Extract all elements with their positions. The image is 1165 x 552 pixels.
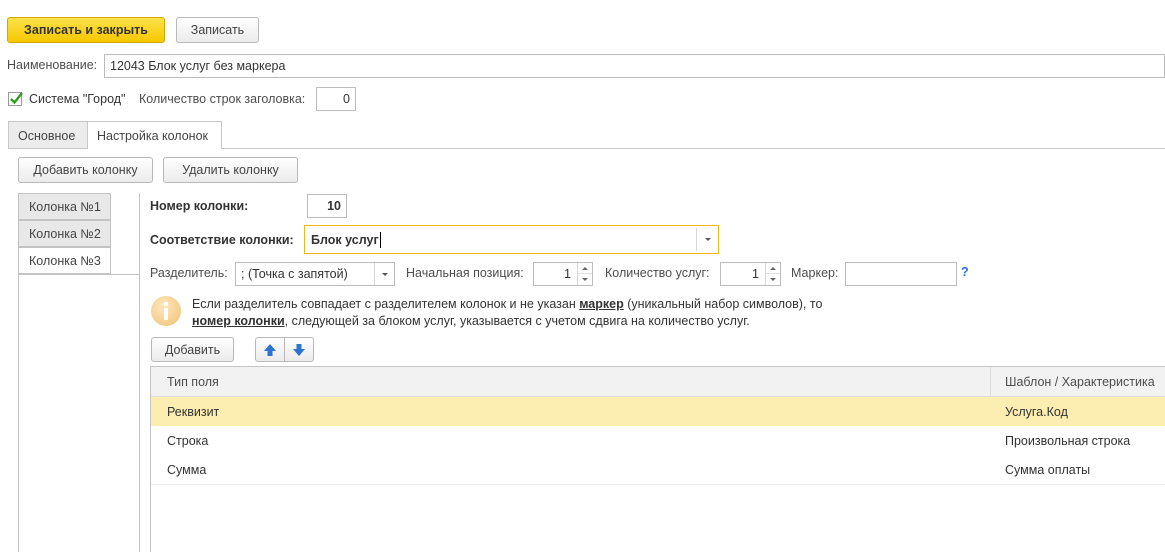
- table-cell-template: Произвольная строка: [1005, 433, 1131, 448]
- column-number-input[interactable]: 10: [307, 194, 347, 218]
- column-panel-border: [139, 193, 140, 275]
- table-cell-type: Строка: [167, 433, 209, 448]
- table-row-divider: [151, 484, 1165, 485]
- start-position-label: Начальная позиция:: [406, 266, 524, 280]
- separator-label: Разделитель:: [150, 266, 228, 280]
- table-header-divider: [990, 367, 991, 397]
- tab-main[interactable]: Основное: [8, 121, 88, 149]
- table-cell-template: Услуга.Код: [1005, 404, 1068, 419]
- column-tab-3[interactable]: Колонка №3: [18, 247, 111, 274]
- table-cell-template: Сумма оплаты: [1005, 462, 1091, 477]
- start-position-stepper[interactable]: [577, 263, 592, 285]
- arrow-down-icon: [293, 343, 305, 356]
- table-add-button[interactable]: Добавить: [151, 337, 234, 362]
- services-count-stepper[interactable]: [765, 263, 780, 285]
- table-header-template[interactable]: Шаблон / Характеристика: [1005, 375, 1155, 389]
- table-row[interactable]: Сумма Сумма оплаты: [151, 455, 1165, 484]
- marker-help-link[interactable]: ?: [961, 265, 969, 279]
- start-position-input[interactable]: 1: [533, 262, 593, 286]
- marker-input[interactable]: [845, 262, 957, 286]
- start-position-value: 1: [564, 267, 571, 281]
- tab-column-settings[interactable]: Настройка колонок: [87, 121, 222, 149]
- separator-value: ; (Точка с запятой): [241, 267, 348, 281]
- move-down-button[interactable]: [284, 337, 314, 362]
- table-cell-type: Сумма: [167, 462, 207, 477]
- column-mapping-label: Соответствие колонки:: [150, 233, 294, 247]
- services-count-value: 1: [752, 267, 759, 281]
- table-row[interactable]: Реквизит Услуга.Код: [151, 397, 1165, 426]
- services-count-label: Количество услуг:: [605, 266, 710, 280]
- header-rows-label: Количество строк заголовка:: [139, 92, 306, 106]
- marker-label: Маркер:: [791, 266, 839, 280]
- services-count-input[interactable]: 1: [720, 262, 781, 286]
- separator-select[interactable]: ; (Точка с запятой): [235, 262, 395, 286]
- info-part2: (уникальный набор символов), то: [623, 297, 823, 311]
- table-header-type[interactable]: Тип поля: [167, 375, 219, 389]
- add-column-button[interactable]: Добавить колонку: [18, 157, 153, 183]
- save-button[interactable]: Записать: [176, 17, 259, 43]
- column-mapping-select[interactable]: Блок услуг: [304, 225, 719, 254]
- system-checkbox[interactable]: [8, 91, 24, 107]
- column-number-value: 10: [327, 199, 341, 213]
- info-marker-link[interactable]: маркер: [579, 297, 624, 311]
- table-cell-type: Реквизит: [167, 404, 220, 419]
- column-list-frame: [18, 274, 140, 552]
- column-tabs-divider: [110, 193, 111, 247]
- text-cursor: [379, 231, 381, 248]
- checkmark-icon: [8, 92, 23, 106]
- header-rows-value: 0: [343, 92, 350, 106]
- name-input[interactable]: 12043 Блок услуг без маркера: [104, 54, 1165, 78]
- info-text: Если разделитель совпадает с разделителе…: [192, 296, 892, 330]
- chevron-down-icon[interactable]: [696, 228, 718, 251]
- column-mapping-value: Блок услуг: [311, 232, 379, 247]
- info-part1: Если разделитель совпадает с разделителе…: [192, 297, 580, 311]
- column-tab-2[interactable]: Колонка №2: [18, 220, 111, 247]
- info-part3: , следующей за блоком услуг, указывается…: [284, 314, 750, 328]
- system-checkbox-label: Система "Город": [29, 92, 126, 106]
- name-label: Наименование:: [7, 58, 98, 72]
- column-number-label: Номер колонки:: [150, 199, 249, 213]
- name-input-value: 12043 Блок услуг без маркера: [110, 59, 286, 73]
- chevron-down-icon[interactable]: [374, 263, 394, 285]
- table-row[interactable]: Строка Произвольная строка: [151, 426, 1165, 455]
- column-tab-1[interactable]: Колонка №1: [18, 193, 111, 220]
- arrow-up-icon: [264, 343, 276, 356]
- save-and-close-button[interactable]: Записать и закрыть: [7, 17, 165, 43]
- move-up-button[interactable]: [255, 337, 285, 362]
- remove-column-button[interactable]: Удалить колонку: [163, 157, 298, 183]
- header-rows-input[interactable]: 0: [316, 87, 356, 111]
- info-icon: [150, 295, 182, 327]
- column-tabs-divider-lower: [110, 247, 111, 275]
- tab-active-mask: [88, 148, 221, 149]
- info-column-number-link[interactable]: номер колонки: [192, 314, 285, 328]
